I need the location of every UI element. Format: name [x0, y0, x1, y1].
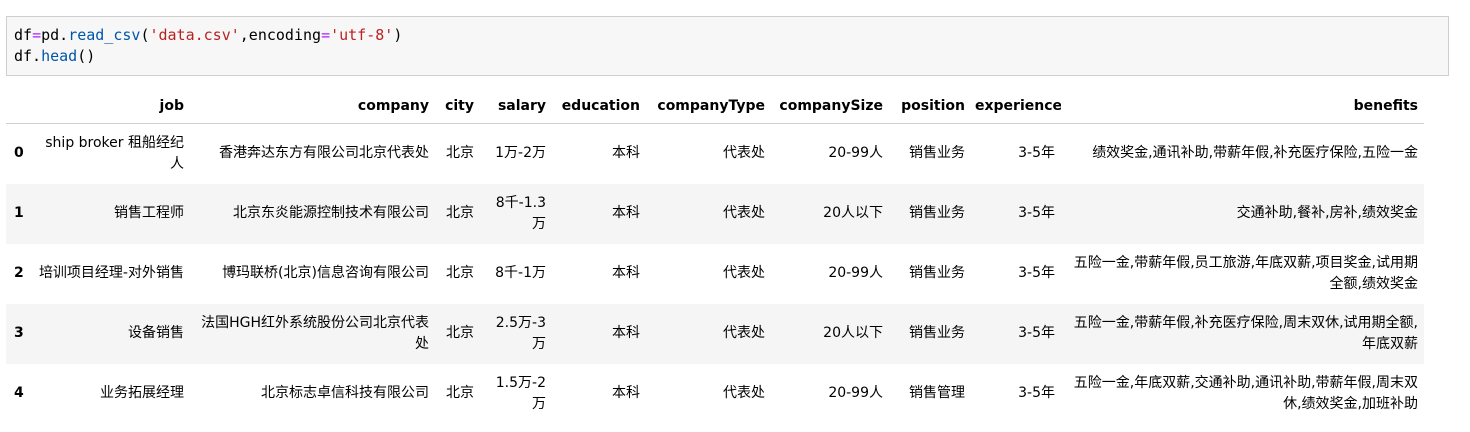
cell-experience: 3-5年 — [1018, 205, 1055, 221]
table-row: 4 业务拓展经理 北京标志卓信科技有限公司 北京 1.5万-2万 本科 代表处 … — [6, 363, 1424, 424]
column-header-company: company — [190, 90, 435, 124]
cell-benefits: 交通补助,餐补,房补,绩效奖金 — [1236, 205, 1418, 221]
row-index: 3 — [14, 325, 24, 341]
column-header-benefits: benefits — [1061, 90, 1424, 124]
row-index: 1 — [14, 205, 24, 221]
row-index: 4 — [14, 385, 24, 401]
cell-companySize: 20人以下 — [823, 205, 883, 221]
cell-experience: 3-5年 — [1018, 265, 1055, 281]
column-header-companyType: companyType — [646, 90, 771, 124]
index-header — [6, 90, 34, 124]
cell-companyType: 代表处 — [723, 385, 765, 401]
cell-salary: 1.5万-2万 — [495, 374, 546, 412]
table-row: 1 销售工程师 北京东炎能源控制技术有限公司 北京 8千-1.3万 本科 代表处… — [6, 183, 1424, 244]
cell-job: 培训项目经理-对外销售 — [38, 265, 184, 281]
column-header-salary: salary — [480, 90, 552, 124]
row-index: 2 — [14, 265, 24, 281]
cell-position: 销售业务 — [909, 145, 965, 162]
cell-company: 香港奔达东方有限公司北京代表处 — [219, 145, 429, 162]
cell-companySize: 20-99人 — [828, 265, 883, 281]
cell-companySize: 20-99人 — [828, 385, 883, 401]
cell-education: 本科 — [612, 325, 640, 341]
code-token-punc: () — [77, 47, 96, 65]
code-input-cell[interactable]: df=pd.read_csv('data.csv',encoding='utf-… — [6, 16, 1449, 76]
cell-companyType: 代表处 — [723, 145, 765, 162]
cell-salary: 8千-1万 — [495, 265, 546, 281]
column-header-city: city — [435, 90, 480, 124]
code-token-str: 'data.csv' — [149, 26, 240, 44]
cell-city: 北京 — [446, 325, 474, 341]
cell-city: 北京 — [446, 145, 474, 162]
cell-job: ship broker 租船经纪人 — [45, 134, 184, 172]
cell-city: 北京 — [446, 385, 474, 401]
cell-companySize: 20-99人 — [828, 145, 883, 162]
cell-salary: 2.5万-3万 — [495, 314, 546, 352]
code-token-punc: ,encoding — [239, 26, 322, 44]
cell-salary: 1万-2万 — [495, 145, 546, 162]
dataframe-output-table: job company city salary education compan… — [6, 90, 1424, 424]
cell-job: 设备销售 — [128, 325, 184, 341]
code-token-fn: read_csv — [68, 26, 141, 44]
column-header-job: job — [34, 90, 190, 124]
cell-city: 北京 — [446, 205, 474, 221]
code-token-fn: head — [41, 47, 78, 65]
cell-position: 销售管理 — [909, 385, 965, 401]
cell-salary: 8千-1.3万 — [495, 194, 546, 232]
cell-job: 销售工程师 — [114, 205, 184, 221]
cell-experience: 3-5年 — [1018, 385, 1055, 401]
cell-benefits: 绩效奖金,通讯补助,带薪年假,补充医疗保险,五险一金 — [1092, 145, 1418, 162]
table-header-row: job company city salary education compan… — [6, 90, 1424, 124]
code-token-obj: pd. — [41, 26, 69, 44]
cell-experience: 3-5年 — [1018, 325, 1055, 341]
cell-benefits: 五险一金,年底双薪,交通补助,通讯补助,带薪年假,周末双休,绩效奖金,加班补助 — [1073, 374, 1418, 412]
table-row: 0 ship broker 租船经纪人 香港奔达东方有限公司北京代表处 北京 1… — [6, 123, 1424, 184]
cell-company: 北京东炎能源控制技术有限公司 — [233, 205, 429, 221]
cell-education: 本科 — [612, 385, 640, 401]
row-index: 0 — [14, 145, 24, 162]
code-token-str: 'utf-8' — [330, 26, 394, 44]
column-header-education: education — [552, 90, 646, 124]
cell-companyType: 代表处 — [723, 205, 765, 221]
cell-education: 本科 — [612, 265, 640, 281]
cell-companyType: 代表处 — [723, 325, 765, 341]
table-row: 3 设备销售 法国HGH红外系统股份公司北京代表处 北京 2.5万-3万 本科 … — [6, 303, 1424, 364]
cell-position: 销售业务 — [909, 265, 965, 281]
column-header-companySize: companySize — [771, 90, 889, 124]
column-header-position: position — [889, 90, 971, 124]
cell-company: 博玛联桥(北京)信息咨询有限公司 — [222, 265, 429, 281]
cell-company: 法国HGH红外系统股份公司北京代表处 — [201, 314, 429, 352]
code-token-op: = — [32, 26, 42, 44]
cell-education: 本科 — [612, 145, 640, 162]
code-token-var: df — [14, 26, 33, 44]
code-token-obj: df. — [14, 47, 42, 65]
cell-position: 销售业务 — [909, 325, 965, 341]
column-header-experience: experience — [971, 90, 1061, 124]
code-token-punc: ) — [393, 26, 403, 44]
cell-companySize: 20人以下 — [823, 325, 883, 341]
cell-company: 北京标志卓信科技有限公司 — [261, 385, 429, 401]
code-line-2: df.head() — [14, 47, 95, 65]
cell-benefits: 五险一金,带薪年假,员工旅游,年底双薪,项目奖金,试用期全额,绩效奖金 — [1073, 254, 1418, 292]
code-line-1: df=pd.read_csv('data.csv',encoding='utf-… — [14, 26, 402, 44]
cell-education: 本科 — [612, 205, 640, 221]
table-row: 2 培训项目经理-对外销售 博玛联桥(北京)信息咨询有限公司 北京 8千-1万 … — [6, 243, 1424, 304]
cell-experience: 3-5年 — [1018, 145, 1055, 162]
cell-benefits: 五险一金,带薪年假,补充医疗保险,周末双休,试用期全额,年底双薪 — [1073, 314, 1418, 352]
cell-city: 北京 — [446, 265, 474, 281]
cell-position: 销售业务 — [909, 205, 965, 221]
cell-companyType: 代表处 — [723, 265, 765, 281]
cell-job: 业务拓展经理 — [100, 385, 184, 401]
code-token-op: = — [321, 26, 331, 44]
